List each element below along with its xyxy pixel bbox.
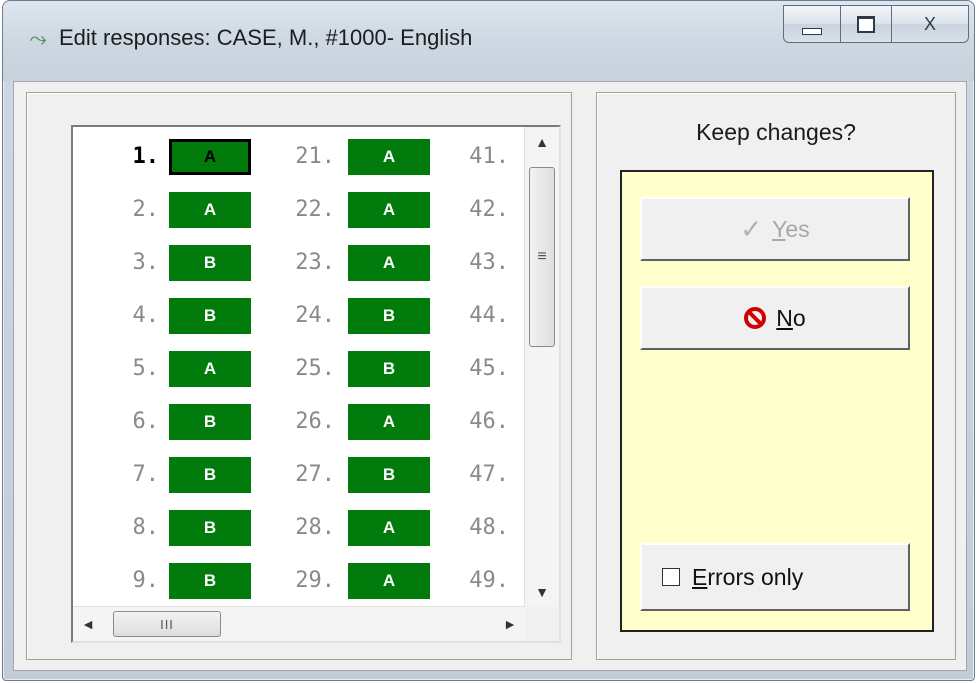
response-number: 6. xyxy=(132,409,160,434)
response-answer[interactable]: A xyxy=(169,351,251,387)
yes-label: Yes xyxy=(772,215,810,242)
scroll-right-button[interactable]: ► xyxy=(495,607,525,641)
response-number: 21. xyxy=(295,144,335,169)
response-number: 27. xyxy=(295,462,335,487)
response-number: 28. xyxy=(295,515,335,540)
response-answer[interactable]: A xyxy=(169,192,251,228)
response-number: 43. xyxy=(469,250,509,275)
responses-grid: 1. A 2. A 3. B 4. B 5. A 6. B 7. B 8. B 9. B 21. A 22. A 23. A 2… xyxy=(73,127,525,607)
errors-only-label: Errors only xyxy=(692,563,804,590)
dialog-window: ⤳ Edit responses: CASE, M., #1000- Engli… xyxy=(2,0,975,681)
response-answer[interactable]: B xyxy=(169,563,251,599)
response-number: 1. xyxy=(132,144,160,169)
window-title: Edit responses: CASE, M., #1000- English xyxy=(59,25,473,50)
response-answer[interactable]: B xyxy=(348,457,430,493)
vertical-scroll-thumb[interactable]: ≡ xyxy=(529,167,555,347)
response-number: 4. xyxy=(132,303,160,328)
close-icon: X xyxy=(923,13,936,34)
arrow-left-icon: ◄ xyxy=(81,616,95,632)
response-number: 49. xyxy=(469,568,509,593)
errors-only-checkbox[interactable]: Errors only xyxy=(640,543,910,611)
confirm-group: Keep changes? ✓ Yes No Errors only xyxy=(596,92,956,660)
response-number: 41. xyxy=(469,144,509,169)
responses-group: 1. A 2. A 3. B 4. B 5. A 6. B 7. B 8. B 9. B 21. A 22. A 23. A 2… xyxy=(26,92,572,660)
scroll-up-button[interactable]: ▲ xyxy=(525,127,559,157)
response-answer[interactable]: A xyxy=(348,192,430,228)
response-answer[interactable]: B xyxy=(169,298,251,334)
minimize-icon xyxy=(802,27,822,35)
response-number: 9. xyxy=(132,568,160,593)
response-number: 8. xyxy=(132,515,160,540)
no-button[interactable]: No xyxy=(640,286,910,350)
response-number: 42. xyxy=(469,197,509,222)
response-number: 23. xyxy=(295,250,335,275)
title-bar[interactable]: ⤳ Edit responses: CASE, M., #1000- Engli… xyxy=(3,1,974,81)
maximize-icon xyxy=(857,15,875,33)
response-answer[interactable]: A xyxy=(348,510,430,546)
keep-changes-label: Keep changes? xyxy=(696,119,856,145)
scroll-left-button[interactable]: ◄ xyxy=(73,607,103,641)
check-icon: ✓ xyxy=(740,213,763,244)
response-number: 3. xyxy=(132,250,160,275)
response-number: 46. xyxy=(469,409,509,434)
response-number: 47. xyxy=(469,462,509,487)
response-number: 22. xyxy=(295,197,335,222)
actions-panel: ✓ Yes No Errors only xyxy=(620,170,934,632)
response-number: 7. xyxy=(132,462,160,487)
response-answer[interactable]: A xyxy=(348,404,430,440)
response-answer[interactable]: A xyxy=(348,563,430,599)
response-number: 45. xyxy=(469,356,509,381)
dialog-body: 1. A 2. A 3. B 4. B 5. A 6. B 7. B 8. B 9. B 21. A 22. A 23. A 2… xyxy=(13,81,967,671)
grip-icon: ≡ xyxy=(537,248,547,265)
maximize-button[interactable] xyxy=(840,5,892,43)
arrow-up-icon: ▲ xyxy=(535,134,549,150)
arrow-right-icon: ► xyxy=(503,616,517,632)
response-number: 24. xyxy=(295,303,335,328)
horizontal-scrollbar[interactable]: ◄ III ► xyxy=(73,606,525,641)
response-answer[interactable]: B xyxy=(169,510,251,546)
minimize-button[interactable] xyxy=(783,5,841,43)
app-icon: ⤳ xyxy=(29,26,47,51)
response-number: 2. xyxy=(132,197,160,222)
response-answer[interactable]: B xyxy=(169,457,251,493)
horizontal-scroll-thumb[interactable]: III xyxy=(113,611,221,637)
responses-list[interactable]: 1. A 2. A 3. B 4. B 5. A 6. B 7. B 8. B 9. B 21. A 22. A 23. A 2… xyxy=(71,125,561,643)
response-number: 5. xyxy=(132,356,160,381)
scrollbar-corner xyxy=(525,607,559,641)
checkbox-icon[interactable] xyxy=(662,568,680,586)
response-answer[interactable]: A xyxy=(348,245,430,281)
vertical-scrollbar[interactable]: ▲ ≡ ▼ xyxy=(524,127,559,607)
response-answer[interactable]: B xyxy=(169,404,251,440)
scroll-down-button[interactable]: ▼ xyxy=(525,577,559,607)
response-number: 25. xyxy=(295,356,335,381)
response-answer[interactable]: B xyxy=(169,245,251,281)
no-label: No xyxy=(776,304,806,331)
response-number: 29. xyxy=(295,568,335,593)
response-number: 44. xyxy=(469,303,509,328)
response-answer[interactable]: A xyxy=(348,139,430,175)
response-answer[interactable]: B xyxy=(348,298,430,334)
prohibited-icon xyxy=(744,307,767,329)
response-number: 26. xyxy=(295,409,335,434)
response-answer[interactable]: A xyxy=(169,139,251,175)
response-answer[interactable]: B xyxy=(348,351,430,387)
grip-icon: III xyxy=(160,616,174,632)
yes-button[interactable]: ✓ Yes xyxy=(640,197,910,261)
response-number: 48. xyxy=(469,515,509,540)
close-button[interactable]: X xyxy=(891,5,969,43)
arrow-down-icon: ▼ xyxy=(535,584,549,600)
